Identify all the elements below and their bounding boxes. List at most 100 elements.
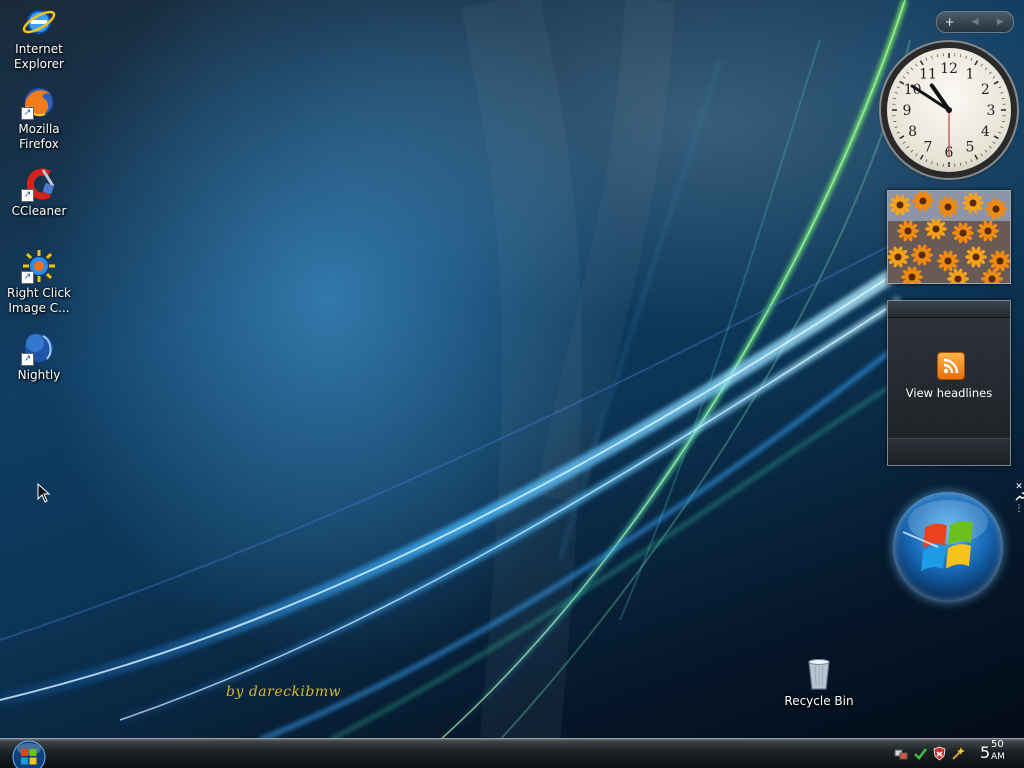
drag-gadget-handle-icon[interactable]: ⋮ xyxy=(1014,504,1024,514)
clock-numeral: 7 xyxy=(924,139,933,155)
feed-headlines-gadget[interactable]: View headlines xyxy=(887,300,1011,466)
clock-tick xyxy=(984,149,988,153)
desktop-icon-label: CCleaner xyxy=(11,204,67,218)
safely-remove-icon[interactable] xyxy=(913,746,928,761)
mouse-cursor-icon xyxy=(37,483,51,503)
clock-tick xyxy=(936,162,939,166)
clock-tick xyxy=(992,141,996,144)
add-gadget-button[interactable]: + xyxy=(937,15,962,29)
clock-tick xyxy=(910,149,914,153)
clock-tick xyxy=(993,80,999,85)
updates-icon[interactable] xyxy=(951,746,966,761)
shortcut-arrow-icon: ↗ xyxy=(21,107,34,120)
clock-numeral: 8 xyxy=(908,124,917,140)
rss-icon xyxy=(937,352,965,380)
windows-logo-gadget[interactable] xyxy=(893,492,1003,602)
clock-tick xyxy=(998,86,1002,89)
desktop-icon-label: Recycle Bin xyxy=(784,694,854,708)
feed-gadget-footer xyxy=(888,438,1010,465)
clock-tick xyxy=(936,54,939,58)
clock-tick xyxy=(974,60,979,66)
clock-tick xyxy=(988,71,992,75)
nightly-icon: ↗ xyxy=(21,330,57,366)
start-button[interactable] xyxy=(11,738,47,768)
desktop-icon-right-click-image-converter[interactable]: ↗ Right Click Image C... xyxy=(0,248,78,316)
firefox-icon: ↗ xyxy=(21,84,57,120)
recycle-bin-icon xyxy=(801,656,837,692)
clock-tick xyxy=(919,154,924,160)
clock-numeral: 1 xyxy=(966,67,975,83)
clock-tick xyxy=(993,135,999,140)
previous-gadgets-button[interactable]: ◀ xyxy=(962,17,987,27)
desktop-icon-label: Image C... xyxy=(8,301,70,315)
clock-numeral: 3 xyxy=(987,103,996,119)
view-headlines-link[interactable]: View headlines xyxy=(888,386,1010,400)
clock-tick xyxy=(893,120,897,123)
clock-tick xyxy=(959,162,962,166)
desktop-icon-label: Right Click xyxy=(6,286,71,300)
taskbar xyxy=(0,738,1024,768)
clock-tick xyxy=(919,60,924,66)
next-gadgets-button[interactable]: ▶ xyxy=(988,17,1013,27)
clock-tick xyxy=(992,76,996,79)
desktop-wallpaper xyxy=(0,0,911,740)
desktop-icon-internet-explorer[interactable]: Internet Explorer xyxy=(0,4,78,72)
clock-tick xyxy=(902,141,906,144)
clock-tick xyxy=(910,67,914,71)
clock-tick xyxy=(970,159,973,163)
desktop-icon-label: Mozilla xyxy=(18,122,60,136)
clock-tick xyxy=(906,145,910,149)
clock-tick xyxy=(925,57,928,61)
shortcut-arrow-icon: ↗ xyxy=(21,189,34,202)
desktop-icon-label: Explorer xyxy=(14,57,64,71)
clock-tick xyxy=(893,97,897,100)
desktop-icon-label: Nightly xyxy=(17,368,61,382)
clock-tick xyxy=(965,55,967,59)
desktop-icon-mozilla-firefox[interactable]: ↗ Mozilla Firefox xyxy=(0,84,78,152)
clock-tick xyxy=(980,63,983,67)
analog-clock-face: 12 1234567891011 xyxy=(892,53,1006,167)
ccleaner-icon: ↗ xyxy=(21,166,57,202)
clock-numeral: 4 xyxy=(981,124,990,140)
clock-numeral: 2 xyxy=(981,82,990,98)
desktop-icon-nightly[interactable]: ↗ Nightly xyxy=(0,330,78,383)
clock-numeral: 5 xyxy=(966,139,975,155)
clock-tick xyxy=(988,145,992,149)
taskbar-clock[interactable]: 5 50 AM xyxy=(980,739,1005,764)
clock-tick xyxy=(896,86,900,89)
network-icon[interactable] xyxy=(894,746,909,761)
clock-tick xyxy=(915,153,918,157)
clock-tick xyxy=(931,55,933,59)
internet-explorer-icon xyxy=(21,4,57,40)
clock-tick xyxy=(984,67,988,71)
clock-tick xyxy=(894,92,898,94)
desktop-icon-label: Internet xyxy=(15,42,63,56)
clock-tick xyxy=(899,135,905,140)
clock-gadget[interactable]: 12 1 2 3 4 5 6 7 8 9 10 11 xyxy=(887,48,1011,172)
slideshow-photo xyxy=(888,191,1010,283)
gadget-toolbar: ✕ ⋮ xyxy=(1014,482,1024,526)
security-shield-icon[interactable] xyxy=(932,746,947,761)
slideshow-gadget[interactable] xyxy=(887,190,1011,284)
clock-tick xyxy=(894,126,898,128)
desktop-icon-recycle-bin[interactable]: Recycle Bin xyxy=(780,656,858,709)
close-gadget-icon[interactable]: ✕ xyxy=(1014,482,1024,492)
clock-minute-hand xyxy=(910,84,951,112)
clock-tick xyxy=(1000,92,1004,94)
clock-tick xyxy=(902,76,906,79)
clock-tick xyxy=(980,153,983,157)
system-tray xyxy=(894,742,966,764)
gadget-options-icon[interactable] xyxy=(1014,492,1024,504)
shortcut-arrow-icon: ↗ xyxy=(21,353,34,366)
clock-tick xyxy=(970,57,973,61)
clock-center-pin xyxy=(946,107,952,113)
clock-hour: 5 xyxy=(980,743,991,762)
windows-flag-icon xyxy=(902,500,988,572)
windows-logo-icon xyxy=(12,740,46,768)
desktop-icon-ccleaner[interactable]: ↗ CCleaner xyxy=(0,166,78,219)
wallpaper-signature: by dareckibmw xyxy=(226,684,342,700)
clock-tick xyxy=(915,63,918,67)
right-click-image-converter-icon: ↗ xyxy=(21,248,57,284)
desktop-icon-label: Firefox xyxy=(19,137,59,151)
clock-tick xyxy=(931,161,933,165)
